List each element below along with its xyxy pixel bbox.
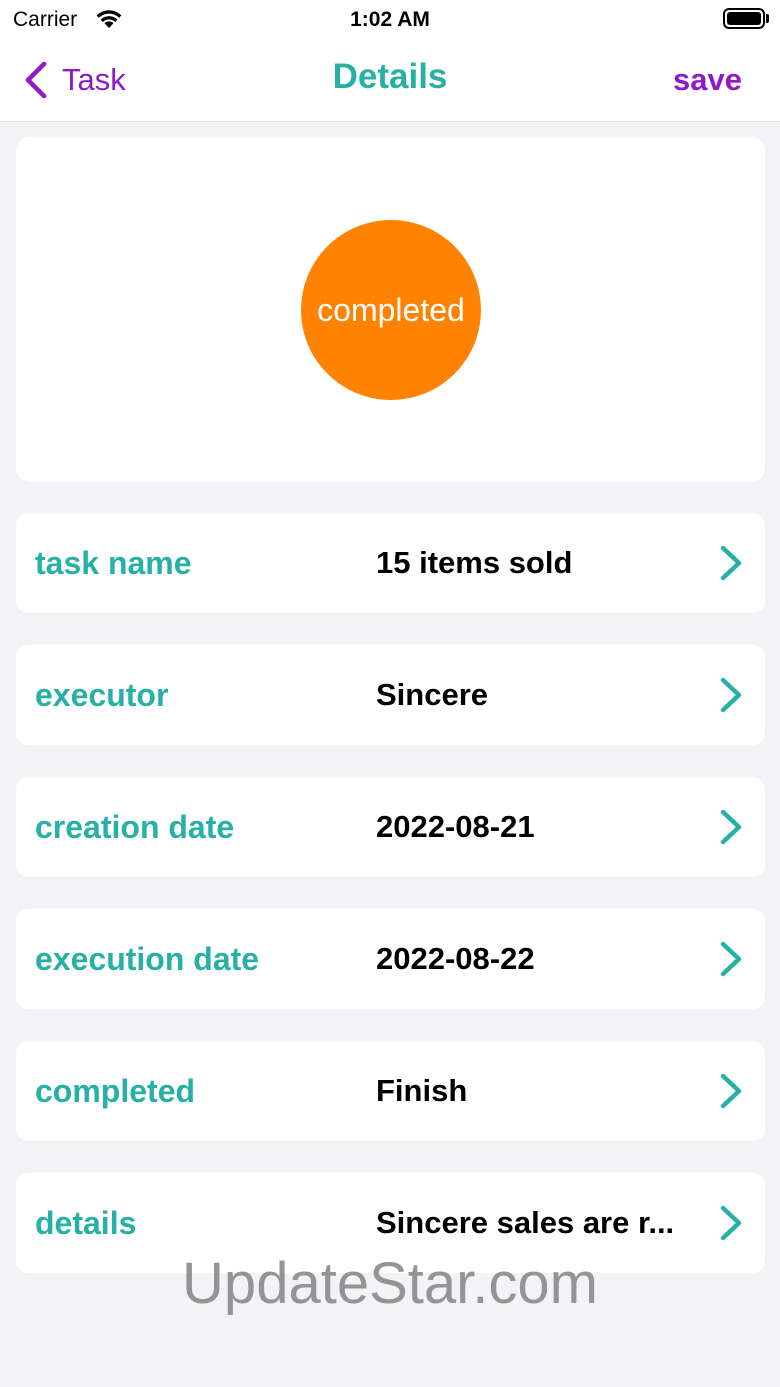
battery-level	[727, 12, 761, 25]
battery-tip	[766, 14, 769, 23]
task-details-screen: Carrier 1:02 AM Task Details save comple…	[0, 0, 780, 1387]
row-label: creation date	[35, 809, 235, 845]
navigation-bar: Task Details save	[0, 40, 780, 122]
row-value: Finish	[376, 1073, 468, 1108]
save-button[interactable]: save	[673, 62, 742, 98]
chevron-right-icon	[720, 1073, 742, 1109]
chevron-right-icon	[720, 545, 742, 581]
row-label: completed	[35, 1073, 196, 1109]
watermark: UpdateStar.com	[182, 1251, 598, 1316]
status-bar: Carrier 1:02 AM	[0, 0, 780, 40]
row-label: execution date	[35, 941, 260, 977]
row-task-name[interactable]: task name 15 items sold	[16, 513, 765, 613]
row-label: task name	[35, 545, 192, 581]
row-value: 15 items sold	[376, 545, 573, 580]
row-value: Sincere	[376, 677, 489, 712]
clock: 1:02 AM	[350, 8, 430, 31]
chevron-right-icon	[720, 941, 742, 977]
row-value: 2022-08-21	[376, 809, 535, 844]
row-executor[interactable]: executor Sincere	[16, 645, 765, 745]
battery-icon	[723, 8, 765, 29]
row-label: executor	[35, 677, 169, 713]
row-value: 2022-08-22	[376, 941, 535, 976]
chevron-right-icon	[720, 809, 742, 845]
row-creation-date[interactable]: creation date 2022-08-21	[16, 777, 765, 877]
chevron-right-icon	[720, 677, 742, 713]
status-label: completed	[317, 291, 465, 328]
status-badge: completed	[301, 220, 481, 400]
row-completed[interactable]: completed Finish	[16, 1041, 765, 1141]
page-title: Details	[332, 57, 448, 96]
status-card: completed	[16, 137, 765, 482]
row-execution-date[interactable]: execution date 2022-08-22	[16, 909, 765, 1009]
chevron-right-icon	[720, 1205, 742, 1241]
